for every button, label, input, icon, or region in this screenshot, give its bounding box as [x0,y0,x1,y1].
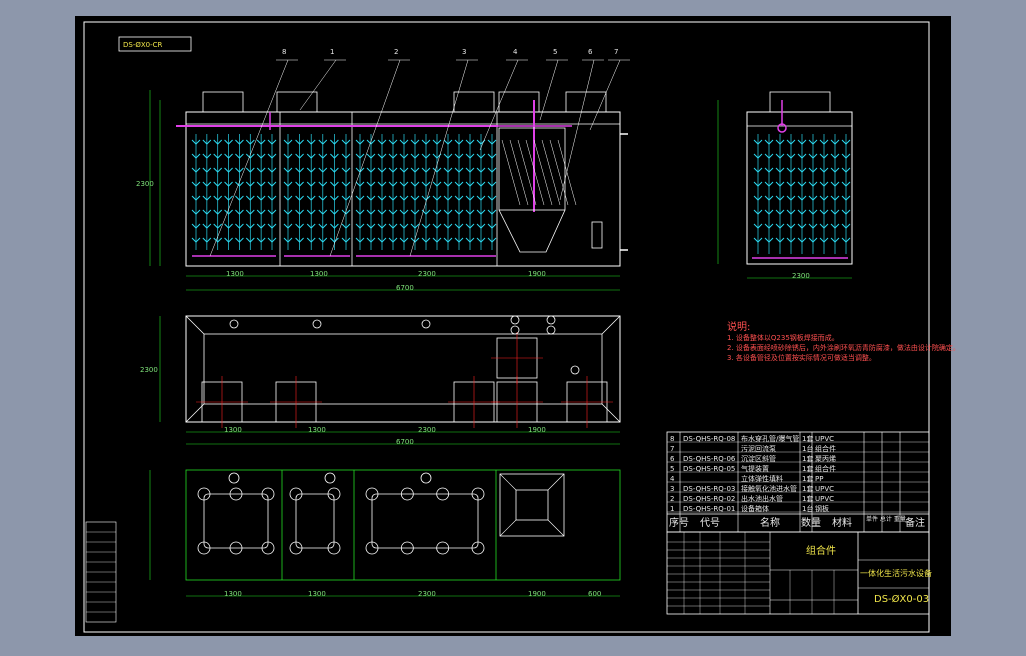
part-number-label: 1 [330,48,335,56]
dimension-label: 1300 [224,590,242,598]
bom-row-no: 7 [670,445,675,453]
notes-block: 说明: 1. 设备整体以Q235钢板焊接而成。 2. 设备表面经喷砂除锈后，内外… [727,322,960,363]
bom-row-code: DS-QHS-RQ-01 [683,505,736,513]
dimension-label: 2300 [140,366,158,374]
bom-row-qty: 1套 [802,485,814,493]
bom-row-no: 8 [670,435,675,443]
bom-row-no: 4 [670,475,675,483]
dimension-label: 2300 [136,180,154,188]
part-number-label: 5 [553,48,558,56]
drawing-number: DS-ØX0-03 [874,594,930,605]
bom-header-mat: 材料 [832,518,852,529]
bom-row-no: 5 [670,465,675,473]
part-number-label: 3 [462,48,467,56]
bom-header-code: 代号 [700,518,720,529]
assembly-label: 组合件 [806,546,836,557]
bom-row-code: DS-QHS-RQ-08 [683,435,736,443]
bom-header-remark: 备注 [905,518,925,529]
part-number-label: 8 [282,48,287,56]
bom-row-no: 1 [670,505,675,513]
part-number-label: 4 [513,48,518,56]
bom-row-mat: 组合件 [815,445,836,453]
bom-row-mat: 组合件 [815,465,836,473]
dimension-label: 1300 [226,270,244,278]
drawing-code-text: DS-ØX0-CR [123,41,163,49]
dimension-label: 2300 [792,272,810,280]
bom-row-name: 污泥回流泵 [741,445,776,453]
bom-row-code: DS-QHS-RQ-06 [683,455,736,463]
bom-header-no: 序号 [669,518,689,529]
bom-row-mat: 聚丙烯 [815,455,836,463]
dimension-label: 1900 [528,590,546,598]
bom-row-qty: 1套 [802,465,814,473]
bom-header-weight: 单件 总计 重量 [866,516,906,523]
bom-row-qty: 1套 [802,495,814,503]
bom-row-name: 立体弹性填料 [741,475,783,483]
note-line: 3. 各设备管径及位置按实际情况可做适当调整。 [727,354,876,362]
dimension-label: 2300 [418,270,436,278]
dimension-label: 2300 [418,426,436,434]
dimension-label: 1300 [308,426,326,434]
bom-row-mat: UPVC [815,435,835,443]
dimension-label: 1900 [528,270,546,278]
part-number-label: 6 [588,48,593,56]
dimension-label: 1300 [224,426,242,434]
bom-row-name: 接触氧化池进水管 [741,485,797,493]
bom-row-qty: 1台 [802,505,814,513]
bom-row-code: DS-QHS-RQ-05 [683,465,736,473]
cad-window: DS-ØX0-CR 说明: 1. 设备整体以Q235钢板焊接而成。 2. 设备表… [0,0,1026,652]
dimension-label: 6700 [396,284,414,292]
bom-row-name: 布水穿孔管/曝气管 [741,435,800,443]
bom-row-qty: 1台 [802,445,814,453]
note-line: 1. 设备整体以Q235钢板焊接而成。 [727,334,839,342]
bom-row-no: 2 [670,495,675,503]
dimension-label: 1900 [528,426,546,434]
product-name: 一体化生活污水设备 [860,569,932,578]
bom-row-mat: 钢板 [815,505,829,513]
bom-row-code: DS-QHS-RQ-02 [683,495,736,503]
part-number-label: 2 [394,48,399,56]
bom-row-mat: PP [815,475,824,483]
dimension-label: 6700 [396,438,414,446]
note-line: 2. 设备表面经喷砂除锈后，内外涂刷环氧沥青防腐漆，做法由设计院确定。 [727,344,960,352]
bom-row-no: 3 [670,485,675,493]
dimension-label: 1300 [310,270,328,278]
bom-header-name: 名称 [760,518,780,529]
bom-row-mat: UPVC [815,485,835,493]
bom-row-name: 气提装置 [741,465,769,473]
dimension-label: 1300 [308,590,326,598]
bom-row-name: 沉淀区斜管 [741,455,776,463]
part-number-label: 7 [614,48,619,56]
bom-row-name: 设备箱体 [741,505,769,513]
dimension-label: 2300 [418,590,436,598]
dimension-label: 600 [588,590,602,598]
notes-title: 说明: [727,322,751,333]
bom-row-qty: 1套 [802,435,814,443]
bom-row-code: DS-QHS-RQ-03 [683,485,736,493]
bom-row-qty: 1套 [802,475,814,483]
bom-row-name: 出水池出水管 [741,495,783,503]
bom-row-mat: UPVC [815,495,835,503]
bom-header-qty: 数量 [801,518,821,529]
bom-row-no: 6 [670,455,675,463]
bom-row-qty: 1套 [802,455,814,463]
